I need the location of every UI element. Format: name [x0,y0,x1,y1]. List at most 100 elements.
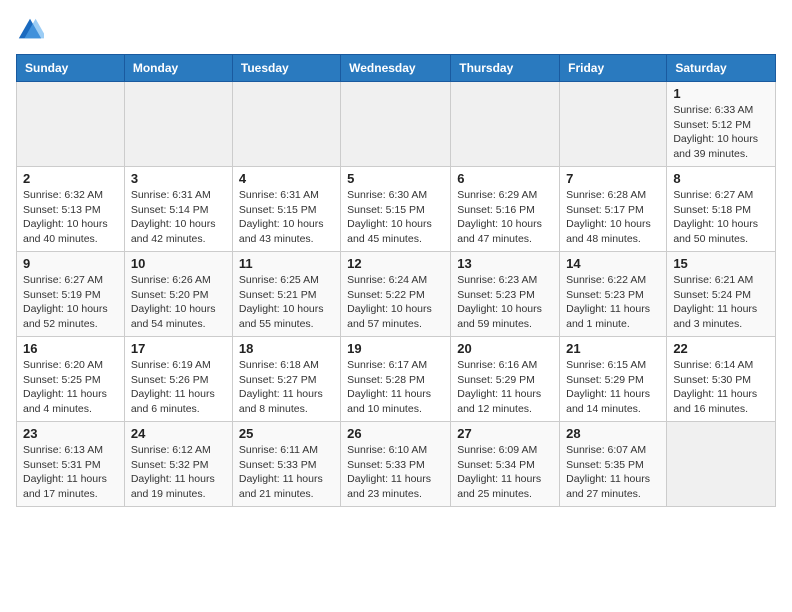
calendar-cell: 16 Sunrise: 6:20 AM Sunset: 5:25 PM Dayli… [17,337,125,422]
calendar-cell: 7 Sunrise: 6:28 AM Sunset: 5:17 PM Daylig… [560,167,667,252]
calendar-cell: 23 Sunrise: 6:13 AM Sunset: 5:31 PM Dayli… [17,422,125,507]
calendar-cell: 1Sunrise: 6:33 AM Sunset: 5:12 PM Daylig… [667,82,776,167]
calendar-cell: 28 Sunrise: 6:07 AM Sunset: 5:35 PM Dayli… [560,422,667,507]
day-info: Sunrise: 6:23 AM Sunset: 5:23 PM Dayligh… [457,273,553,332]
calendar-cell: 27 Sunrise: 6:09 AM Sunset: 5:34 PM Dayli… [451,422,560,507]
day-info: Sunrise: 6:22 AM Sunset: 5:23 PM Dayligh… [566,273,660,332]
calendar-cell [560,82,667,167]
weekday-header-thursday: Thursday [451,55,560,82]
day-info: Sunrise: 6:09 AM Sunset: 5:34 PM Dayligh… [457,443,553,502]
logo [16,16,48,44]
calendar-cell: 18 Sunrise: 6:18 AM Sunset: 5:27 PM Dayli… [232,337,340,422]
calendar-cell [341,82,451,167]
calendar-cell: 20 Sunrise: 6:16 AM Sunset: 5:29 PM Dayli… [451,337,560,422]
day-number: 6 [457,171,553,186]
day-info: Sunrise: 6:19 AM Sunset: 5:26 PM Dayligh… [131,358,226,417]
day-info: Sunrise: 6:20 AM Sunset: 5:25 PM Dayligh… [23,358,118,417]
calendar-week-1: 1Sunrise: 6:33 AM Sunset: 5:12 PM Daylig… [17,82,776,167]
calendar-cell [667,422,776,507]
day-number: 24 [131,426,226,441]
day-number: 19 [347,341,444,356]
day-number: 15 [673,256,769,271]
day-number: 22 [673,341,769,356]
day-info: Sunrise: 6:11 AM Sunset: 5:33 PM Dayligh… [239,443,334,502]
day-info: Sunrise: 6:16 AM Sunset: 5:29 PM Dayligh… [457,358,553,417]
calendar-week-3: 9 Sunrise: 6:27 AM Sunset: 5:19 PM Daylig… [17,252,776,337]
day-info: Sunrise: 6:07 AM Sunset: 5:35 PM Dayligh… [566,443,660,502]
day-number: 21 [566,341,660,356]
day-info: Sunrise: 6:27 AM Sunset: 5:19 PM Dayligh… [23,273,118,332]
calendar-cell: 22 Sunrise: 6:14 AM Sunset: 5:30 PM Dayli… [667,337,776,422]
calendar-cell: 19 Sunrise: 6:17 AM Sunset: 5:28 PM Dayli… [341,337,451,422]
calendar-cell: 12Sunrise: 6:24 AM Sunset: 5:22 PM Dayli… [341,252,451,337]
day-number: 18 [239,341,334,356]
day-info: Sunrise: 6:13 AM Sunset: 5:31 PM Dayligh… [23,443,118,502]
calendar-cell: 3 Sunrise: 6:31 AM Sunset: 5:14 PM Daylig… [124,167,232,252]
logo-icon [16,16,44,44]
weekday-header-wednesday: Wednesday [341,55,451,82]
day-number: 5 [347,171,444,186]
day-number: 3 [131,171,226,186]
calendar-cell: 9 Sunrise: 6:27 AM Sunset: 5:19 PM Daylig… [17,252,125,337]
calendar-cell: 26Sunrise: 6:10 AM Sunset: 5:33 PM Dayli… [341,422,451,507]
day-number: 14 [566,256,660,271]
calendar-cell: 2 Sunrise: 6:32 AM Sunset: 5:13 PM Daylig… [17,167,125,252]
calendar-cell: 13 Sunrise: 6:23 AM Sunset: 5:23 PM Dayli… [451,252,560,337]
calendar-cell: 21Sunrise: 6:15 AM Sunset: 5:29 PM Dayli… [560,337,667,422]
day-number: 28 [566,426,660,441]
calendar-cell: 4 Sunrise: 6:31 AM Sunset: 5:15 PM Daylig… [232,167,340,252]
weekday-header-sunday: Sunday [17,55,125,82]
day-number: 7 [566,171,660,186]
calendar-week-5: 23 Sunrise: 6:13 AM Sunset: 5:31 PM Dayli… [17,422,776,507]
day-number: 10 [131,256,226,271]
calendar-cell: 5 Sunrise: 6:30 AM Sunset: 5:15 PM Daylig… [341,167,451,252]
day-info: Sunrise: 6:26 AM Sunset: 5:20 PM Dayligh… [131,273,226,332]
day-number: 17 [131,341,226,356]
day-info: Sunrise: 6:18 AM Sunset: 5:27 PM Dayligh… [239,358,334,417]
calendar-cell [124,82,232,167]
day-info: Sunrise: 6:17 AM Sunset: 5:28 PM Dayligh… [347,358,444,417]
day-info: Sunrise: 6:21 AM Sunset: 5:24 PM Dayligh… [673,273,769,332]
day-number: 2 [23,171,118,186]
day-info: Sunrise: 6:14 AM Sunset: 5:30 PM Dayligh… [673,358,769,417]
day-info: Sunrise: 6:24 AM Sunset: 5:22 PM Dayligh… [347,273,444,332]
day-info: Sunrise: 6:25 AM Sunset: 5:21 PM Dayligh… [239,273,334,332]
weekday-header-monday: Monday [124,55,232,82]
calendar-header-row: SundayMondayTuesdayWednesdayThursdayFrid… [17,55,776,82]
day-info: Sunrise: 6:31 AM Sunset: 5:15 PM Dayligh… [239,188,334,247]
weekday-header-tuesday: Tuesday [232,55,340,82]
day-number: 13 [457,256,553,271]
weekday-header-saturday: Saturday [667,55,776,82]
calendar-cell: 10 Sunrise: 6:26 AM Sunset: 5:20 PM Dayli… [124,252,232,337]
calendar-cell: 17 Sunrise: 6:19 AM Sunset: 5:26 PM Dayli… [124,337,232,422]
calendar-cell: 8Sunrise: 6:27 AM Sunset: 5:18 PM Daylig… [667,167,776,252]
day-info: Sunrise: 6:30 AM Sunset: 5:15 PM Dayligh… [347,188,444,247]
day-info: Sunrise: 6:12 AM Sunset: 5:32 PM Dayligh… [131,443,226,502]
day-number: 16 [23,341,118,356]
calendar-cell: 6 Sunrise: 6:29 AM Sunset: 5:16 PM Daylig… [451,167,560,252]
day-number: 25 [239,426,334,441]
day-info: Sunrise: 6:10 AM Sunset: 5:33 PM Dayligh… [347,443,444,502]
day-info: Sunrise: 6:32 AM Sunset: 5:13 PM Dayligh… [23,188,118,247]
day-info: Sunrise: 6:28 AM Sunset: 5:17 PM Dayligh… [566,188,660,247]
calendar-cell [451,82,560,167]
day-number: 27 [457,426,553,441]
calendar-table: SundayMondayTuesdayWednesdayThursdayFrid… [16,54,776,507]
calendar-cell [17,82,125,167]
day-number: 9 [23,256,118,271]
day-info: Sunrise: 6:29 AM Sunset: 5:16 PM Dayligh… [457,188,553,247]
day-number: 1 [673,86,769,101]
day-number: 23 [23,426,118,441]
day-info: Sunrise: 6:31 AM Sunset: 5:14 PM Dayligh… [131,188,226,247]
header [16,16,776,44]
day-number: 11 [239,256,334,271]
day-info: Sunrise: 6:27 AM Sunset: 5:18 PM Dayligh… [673,188,769,247]
calendar-cell: 14 Sunrise: 6:22 AM Sunset: 5:23 PM Dayli… [560,252,667,337]
calendar-week-4: 16 Sunrise: 6:20 AM Sunset: 5:25 PM Dayli… [17,337,776,422]
weekday-header-friday: Friday [560,55,667,82]
calendar-week-2: 2 Sunrise: 6:32 AM Sunset: 5:13 PM Daylig… [17,167,776,252]
day-number: 4 [239,171,334,186]
day-number: 20 [457,341,553,356]
calendar-cell: 11 Sunrise: 6:25 AM Sunset: 5:21 PM Dayli… [232,252,340,337]
calendar-cell: 24 Sunrise: 6:12 AM Sunset: 5:32 PM Dayli… [124,422,232,507]
